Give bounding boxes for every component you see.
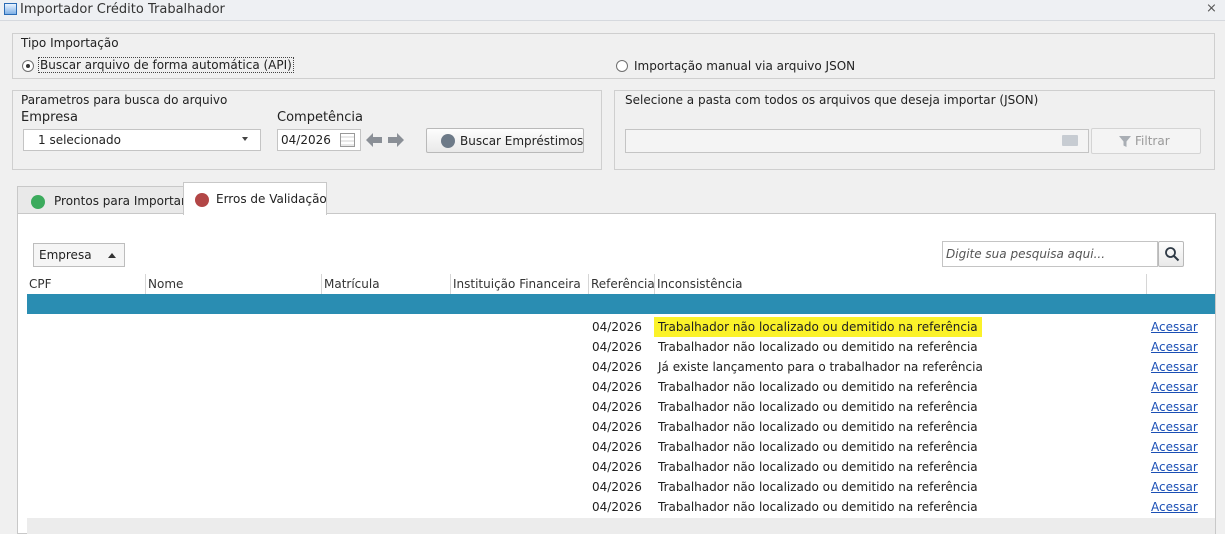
column-header-cpf[interactable]: CPF	[27, 274, 146, 294]
cell-referencia: 04/2026	[592, 420, 642, 434]
acessar-link[interactable]: Acessar	[1151, 417, 1198, 437]
filtrar-button[interactable]: Filtrar	[1091, 128, 1201, 154]
search-button[interactable]	[1158, 241, 1184, 267]
red-status-icon	[195, 193, 209, 207]
competencia-value: 04/2026	[281, 133, 331, 147]
grid-footer	[27, 518, 1215, 534]
tab-erros-de-validacao[interactable]: Erros de Validação	[183, 182, 327, 215]
cell-referencia: 04/2026	[592, 340, 642, 354]
cell-inconsistencia: Trabalhador não localizado ou demitido n…	[658, 420, 978, 434]
acessar-link[interactable]: Acessar	[1151, 377, 1198, 397]
search-placeholder: Digite sua pesquisa aqui...	[946, 247, 1106, 261]
filtrar-label: Filtrar	[1135, 134, 1170, 148]
parametros-group: Parametros para busca do arquivo Empresa…	[12, 90, 602, 170]
radio-api[interactable]	[22, 60, 34, 72]
window-titlebar: Importador Crédito Trabalhador ⨯	[0, 0, 1225, 21]
close-icon[interactable]: ⨯	[1206, 1, 1217, 16]
radio-json[interactable]	[616, 60, 628, 72]
acessar-link[interactable]: Acessar	[1151, 337, 1198, 357]
pasta-path-input[interactable]	[625, 129, 1089, 153]
empresa-label: Empresa	[21, 110, 78, 125]
app-icon	[4, 3, 17, 15]
prev-arrow-icon[interactable]	[364, 130, 384, 150]
acessar-link[interactable]: Acessar	[1151, 357, 1198, 377]
table-row[interactable]: 04/2026 Trabalhador não localizado ou dem…	[27, 457, 1215, 477]
calendar-icon[interactable]	[340, 133, 355, 147]
buscar-emprestimos-label: Buscar Empréstimos	[460, 134, 584, 148]
window-title: Importador Crédito Trabalhador	[20, 2, 225, 17]
column-header-matricula[interactable]: Matrícula	[322, 274, 451, 294]
table-row[interactable]: 04/2026 Trabalhador não localizado ou dem…	[27, 497, 1215, 517]
competencia-label: Competência	[277, 110, 364, 125]
competencia-input[interactable]: 04/2026	[277, 129, 361, 151]
tipo-importacao-label: Tipo Importação	[21, 36, 119, 50]
chevron-down-icon[interactable]	[242, 137, 248, 141]
grid-header: CPF Nome Matrícula Instituição Financeir…	[27, 274, 1215, 295]
column-header-nome[interactable]: Nome	[146, 274, 322, 294]
cell-referencia: 04/2026	[592, 320, 642, 334]
acessar-link[interactable]: Acessar	[1151, 477, 1198, 497]
search-icon	[1164, 246, 1180, 265]
cell-inconsistencia: Trabalhador não localizado ou demitido n…	[654, 317, 982, 337]
column-header-referencia[interactable]: Referência	[589, 274, 655, 294]
table-row[interactable]: 04/2026 Trabalhador não localizado ou dem…	[27, 477, 1215, 497]
group-row[interactable]	[27, 294, 1215, 314]
grid-search-input[interactable]: Digite sua pesquisa aqui...	[942, 241, 1158, 267]
acessar-link[interactable]: Acessar	[1151, 497, 1198, 517]
folder-icon	[1062, 135, 1078, 146]
cell-inconsistencia: Trabalhador não localizado ou demitido n…	[658, 440, 978, 454]
pasta-group: Selecione a pasta com todos os arquivos …	[614, 90, 1215, 170]
cell-referencia: 04/2026	[592, 460, 642, 474]
cell-inconsistencia: Já existe lançamento para o trabalhador …	[658, 360, 983, 374]
tab-erros-label: Erros de Validação	[216, 192, 327, 206]
tipo-importacao-group: Tipo Importação Buscar arquivo de forma …	[12, 33, 1215, 79]
cell-inconsistencia: Trabalhador não localizado ou demitido n…	[658, 500, 978, 514]
table-row[interactable]: 04/2026 Trabalhador não localizado ou dem…	[27, 317, 1215, 337]
cell-referencia: 04/2026	[592, 380, 642, 394]
parametros-label: Parametros para busca do arquivo	[21, 93, 228, 107]
table-row[interactable]: 04/2026 Trabalhador não localizado ou dem…	[27, 397, 1215, 417]
cell-referencia: 04/2026	[592, 500, 642, 514]
table-row[interactable]: 04/2026 Trabalhador não localizado ou dem…	[27, 437, 1215, 457]
folder-browse-button[interactable]	[1053, 131, 1087, 151]
grid-rows: 04/2026 Trabalhador não localizado ou dem…	[27, 317, 1215, 517]
tab-prontos-label: Prontos para Importar	[54, 194, 186, 208]
group-by-label: Empresa	[39, 248, 92, 262]
acessar-link[interactable]: Acessar	[1151, 397, 1198, 417]
empresa-combo[interactable]: 1 selecionado	[23, 129, 261, 151]
acessar-link[interactable]: Acessar	[1151, 457, 1198, 477]
sort-asc-icon[interactable]	[108, 253, 116, 258]
next-arrow-icon[interactable]	[386, 130, 406, 150]
column-header-acao	[1147, 274, 1215, 294]
empresa-value: 1 selecionado	[38, 133, 121, 147]
radio-json-label[interactable]: Importação manual via arquivo JSON	[634, 59, 855, 73]
tab-prontos-para-importar[interactable]: Prontos para Importar	[17, 186, 186, 214]
cell-referencia: 04/2026	[592, 400, 642, 414]
acessar-link[interactable]: Acessar	[1151, 437, 1198, 457]
cell-inconsistencia: Trabalhador não localizado ou demitido n…	[658, 380, 978, 394]
column-header-instituicao[interactable]: Instituição Financeira	[451, 274, 589, 294]
cell-inconsistencia: Trabalhador não localizado ou demitido n…	[658, 460, 978, 474]
filter-icon	[1119, 136, 1131, 151]
table-row[interactable]: 04/2026 Trabalhador não localizado ou dem…	[27, 417, 1215, 437]
table-row[interactable]: 04/2026 Trabalhador não localizado ou dem…	[27, 337, 1215, 357]
grid-panel: Empresa Digite sua pesquisa aqui... CPF …	[17, 213, 1216, 534]
cell-referencia: 04/2026	[592, 480, 642, 494]
radio-api-label[interactable]: Buscar arquivo de forma automática (API)	[38, 57, 294, 73]
search-circle-icon	[441, 134, 455, 148]
table-row[interactable]: 04/2026 Trabalhador não localizado ou dem…	[27, 377, 1215, 397]
cell-referencia: 04/2026	[592, 360, 642, 374]
cell-inconsistencia: Trabalhador não localizado ou demitido n…	[658, 400, 978, 414]
table-row[interactable]: 04/2026 Já existe lançamento para o traba…	[27, 357, 1215, 377]
cell-inconsistencia: Trabalhador não localizado ou demitido n…	[658, 340, 978, 354]
cell-inconsistencia: Trabalhador não localizado ou demitido n…	[658, 480, 978, 494]
column-header-inconsistencia[interactable]: Inconsistência	[655, 274, 1147, 294]
group-by-chip[interactable]: Empresa	[33, 243, 125, 267]
acessar-link[interactable]: Acessar	[1151, 317, 1198, 337]
green-status-icon	[31, 195, 45, 209]
pasta-label: Selecione a pasta com todos os arquivos …	[625, 93, 1039, 107]
cell-referencia: 04/2026	[592, 440, 642, 454]
buscar-emprestimos-button[interactable]: Buscar Empréstimos	[426, 128, 584, 153]
